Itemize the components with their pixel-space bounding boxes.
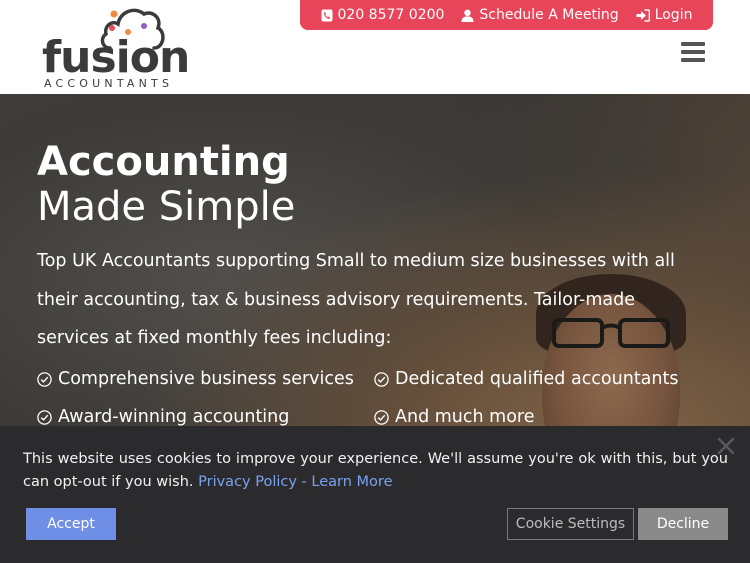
- user-icon: [461, 9, 474, 22]
- login-link[interactable]: Login: [636, 7, 693, 23]
- feature-label: Award-winning accounting: [58, 407, 290, 427]
- cookie-settings-button[interactable]: Cookie Settings: [507, 508, 634, 540]
- phone-icon: [321, 9, 332, 21]
- feature-label: And much more: [395, 407, 535, 427]
- feature-item: Comprehensive business services: [37, 369, 374, 389]
- login-label: Login: [654, 7, 693, 23]
- logo-subtitle: ACCOUNTANTS: [44, 77, 174, 90]
- site-header: fusion ACCOUNTANTS 020 8577 0200 Schedul…: [0, 0, 750, 94]
- hero-description: Top UK Accountants supporting Small to m…: [37, 251, 675, 348]
- menu-hamburger-icon[interactable]: [681, 42, 705, 62]
- hero-content: Accounting Made Simple Top UK Accountant…: [37, 138, 717, 358]
- check-circle-icon: [37, 371, 52, 387]
- feature-label: Dedicated qualified accountants: [395, 369, 679, 389]
- accept-button[interactable]: Accept: [26, 508, 116, 540]
- cookie-banner: This website uses cookies to improve you…: [0, 426, 750, 563]
- phone-number: 020 8577 0200: [337, 7, 445, 23]
- feature-list: Comprehensive business services Dedicate…: [37, 369, 717, 427]
- feature-item: Award-winning accounting: [37, 407, 374, 427]
- top-contact-bar: 020 8577 0200 Schedule A Meeting Login: [300, 0, 713, 30]
- link-separator: -: [296, 474, 312, 490]
- feature-item: Dedicated qualified accountants: [374, 369, 714, 389]
- learn-more-link[interactable]: Learn More: [311, 474, 392, 490]
- decline-button[interactable]: Decline: [638, 508, 728, 540]
- feature-label: Comprehensive business services: [58, 369, 354, 389]
- check-circle-icon: [374, 409, 389, 425]
- cookie-message: This website uses cookies to improve you…: [23, 448, 728, 494]
- hero-title-bold: Accounting: [37, 139, 290, 185]
- fusion-logo[interactable]: fusion ACCOUNTANTS: [42, 4, 190, 90]
- feature-item: And much more: [374, 407, 714, 427]
- sign-in-icon: [636, 8, 650, 22]
- logo-wordmark: fusion: [42, 32, 190, 83]
- phone-link[interactable]: 020 8577 0200: [321, 7, 445, 23]
- schedule-meeting-label: Schedule A Meeting: [479, 7, 619, 23]
- check-circle-icon: [374, 371, 389, 387]
- schedule-meeting-link[interactable]: Schedule A Meeting: [461, 7, 619, 23]
- privacy-policy-link[interactable]: Privacy Policy: [198, 474, 297, 490]
- check-circle-icon: [37, 409, 52, 425]
- hero-title-light: Made Simple: [37, 184, 296, 230]
